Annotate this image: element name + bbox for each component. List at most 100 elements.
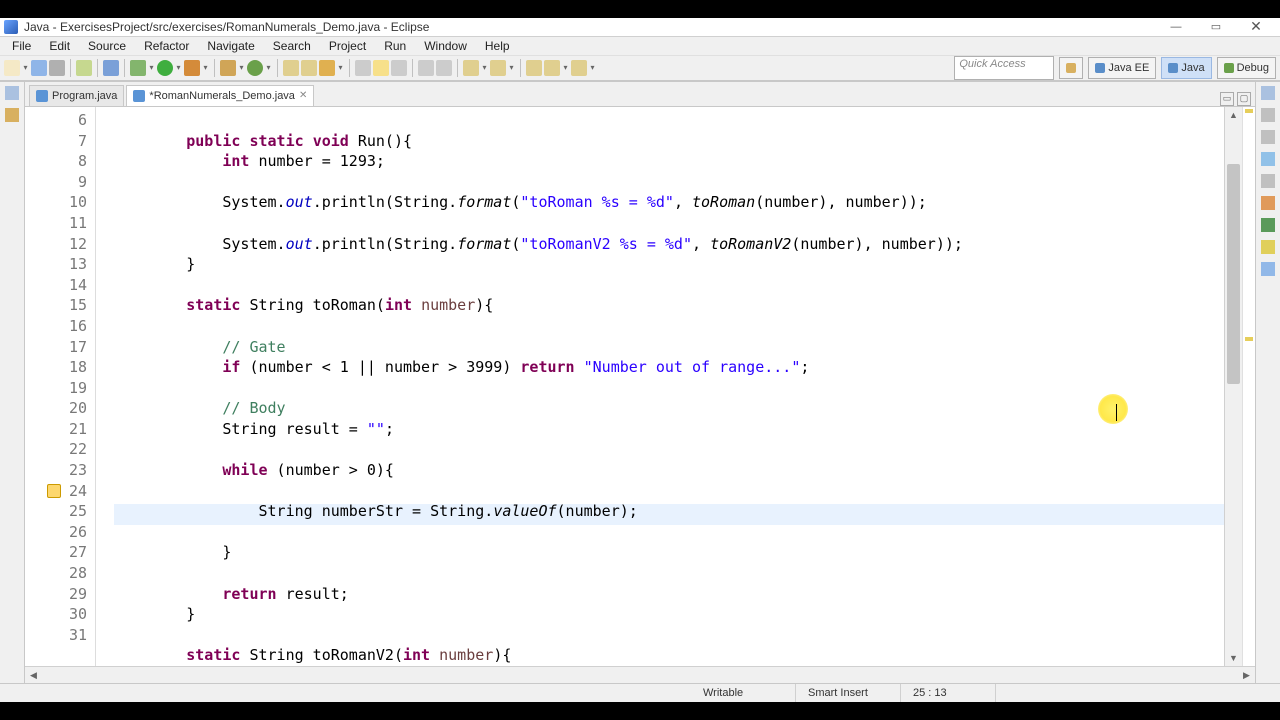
code-line[interactable] <box>114 378 1224 399</box>
code-line[interactable]: } <box>114 542 1224 563</box>
code-line[interactable] <box>114 481 1224 502</box>
minimize-editor-icon[interactable]: ▭ <box>1220 92 1234 106</box>
back-icon-dropdown[interactable]: ▾ <box>562 60 569 76</box>
type-hierarchy-icon[interactable] <box>1261 152 1275 166</box>
next-ann-icon-dropdown[interactable]: ▾ <box>508 60 515 76</box>
editor-tab[interactable]: *RomanNumerals_Demo.java✕ <box>126 85 314 106</box>
menu-edit[interactable]: Edit <box>41 37 78 55</box>
vertical-scrollbar[interactable]: ▲ ▼ <box>1224 107 1242 666</box>
new-class-icon[interactable] <box>247 60 263 76</box>
code-line[interactable] <box>114 316 1224 337</box>
quick-access-input[interactable]: Quick Access <box>954 56 1054 80</box>
toggle-word-icon[interactable] <box>436 60 452 76</box>
menu-search[interactable]: Search <box>265 37 319 55</box>
code-line[interactable]: while (number > 0){ <box>114 460 1224 481</box>
code-line[interactable] <box>114 522 1224 543</box>
code-line[interactable]: static String toRoman(int number){ <box>114 295 1224 316</box>
code-line[interactable]: String result = ""; <box>114 419 1224 440</box>
code-line[interactable]: } <box>114 254 1224 275</box>
menu-project[interactable]: Project <box>321 37 374 55</box>
show-ws-icon[interactable] <box>418 60 434 76</box>
package-explorer-icon[interactable] <box>5 108 19 122</box>
javadoc-icon[interactable] <box>1261 218 1275 232</box>
back-icon[interactable] <box>544 60 560 76</box>
code-line[interactable] <box>114 439 1224 460</box>
code-line[interactable] <box>114 213 1224 234</box>
code-line[interactable]: String numberStr = String.valueOf(number… <box>114 501 1224 522</box>
code-line[interactable] <box>114 172 1224 193</box>
warning-icon[interactable] <box>47 484 61 498</box>
scroll-thumb[interactable] <box>1227 164 1240 384</box>
open-task-icon[interactable] <box>301 60 317 76</box>
scroll-left-icon[interactable]: ◀ <box>25 670 42 681</box>
console-icon[interactable] <box>1261 262 1275 276</box>
perspective-java-ee[interactable]: Java EE <box>1088 57 1156 79</box>
ext-tool-icon[interactable] <box>184 60 200 76</box>
save-all-icon[interactable] <box>49 60 65 76</box>
open-perspective-button[interactable] <box>1059 57 1083 79</box>
code-line[interactable]: } <box>114 604 1224 625</box>
restore-view-icon[interactable] <box>5 86 19 100</box>
maximize-editor-icon[interactable]: ▢ <box>1237 92 1251 106</box>
close-tab-icon[interactable]: ✕ <box>299 90 307 101</box>
perspective-debug[interactable]: Debug <box>1217 57 1276 79</box>
code-line[interactable]: public static void Run(){ <box>114 131 1224 152</box>
forward-icon-dropdown[interactable]: ▾ <box>589 60 596 76</box>
last-edit-icon[interactable] <box>526 60 542 76</box>
code-line[interactable] <box>114 625 1224 646</box>
ext-tool-icon-dropdown[interactable]: ▾ <box>202 60 209 76</box>
menu-navigate[interactable]: Navigate <box>199 37 262 55</box>
code-line[interactable] <box>114 275 1224 296</box>
skip-bp-icon[interactable] <box>103 60 119 76</box>
menu-window[interactable]: Window <box>416 37 475 55</box>
code-line[interactable]: // Body <box>114 398 1224 419</box>
save-icon[interactable] <box>31 60 47 76</box>
menu-file[interactable]: File <box>4 37 39 55</box>
code-editor[interactable]: 6789101112131415161718192021222324252627… <box>25 107 1255 666</box>
new-icon[interactable] <box>4 60 20 76</box>
restore-views-icon[interactable] <box>1261 86 1275 100</box>
annotation-icon[interactable] <box>463 60 479 76</box>
minimize-button[interactable]: — <box>1156 21 1196 33</box>
declaration-icon[interactable] <box>1261 240 1275 254</box>
build-icon[interactable] <box>76 60 92 76</box>
tasklist-icon[interactable] <box>1261 108 1275 122</box>
maximize-button[interactable]: ▭ <box>1196 20 1236 33</box>
menu-run[interactable]: Run <box>376 37 414 55</box>
horizontal-scrollbar[interactable]: ◀ ▶ <box>25 666 1255 683</box>
scroll-right-icon[interactable]: ▶ <box>1238 670 1255 681</box>
code-line[interactable]: static String toRomanV2(int number){ <box>114 645 1224 666</box>
perspective-java[interactable]: Java <box>1161 57 1211 79</box>
toggle-mark-icon[interactable] <box>355 60 371 76</box>
problems-icon[interactable] <box>1261 196 1275 210</box>
scroll-down-icon[interactable]: ▼ <box>1225 649 1242 666</box>
new-class-icon-dropdown[interactable]: ▾ <box>265 60 272 76</box>
new-package-icon-dropdown[interactable]: ▾ <box>238 60 245 76</box>
code-line[interactable]: System.out.println(String.format("toRoma… <box>114 192 1224 213</box>
close-button[interactable]: ✕ <box>1236 18 1276 35</box>
code-line[interactable]: System.out.println(String.format("toRoma… <box>114 234 1224 255</box>
search-icon[interactable] <box>319 60 335 76</box>
run-icon[interactable] <box>157 60 173 76</box>
menu-refactor[interactable]: Refactor <box>136 37 197 55</box>
menu-source[interactable]: Source <box>80 37 134 55</box>
search-icon-dropdown[interactable]: ▾ <box>337 60 344 76</box>
editor-tab[interactable]: Program.java <box>29 85 124 106</box>
code-line[interactable]: int number = 1293; <box>114 151 1224 172</box>
annotation-icon-dropdown[interactable]: ▾ <box>481 60 488 76</box>
menu-help[interactable]: Help <box>477 37 518 55</box>
debug-icon[interactable] <box>130 60 146 76</box>
code-line[interactable]: // Gate <box>114 337 1224 358</box>
open-type-icon[interactable] <box>283 60 299 76</box>
new-package-icon[interactable] <box>220 60 236 76</box>
next-ann-icon[interactable] <box>490 60 506 76</box>
debug-icon-dropdown[interactable]: ▾ <box>148 60 155 76</box>
code-area[interactable]: public static void Run(){ int number = 1… <box>110 107 1224 666</box>
code-line[interactable] <box>114 563 1224 584</box>
new-icon-dropdown[interactable]: ▾ <box>22 60 29 76</box>
run-icon-dropdown[interactable]: ▾ <box>175 60 182 76</box>
scroll-up-icon[interactable]: ▲ <box>1225 107 1242 124</box>
toggle-ws-icon[interactable] <box>391 60 407 76</box>
forward-icon[interactable] <box>571 60 587 76</box>
code-line[interactable]: if (number < 1 || number > 3999) return … <box>114 357 1224 378</box>
